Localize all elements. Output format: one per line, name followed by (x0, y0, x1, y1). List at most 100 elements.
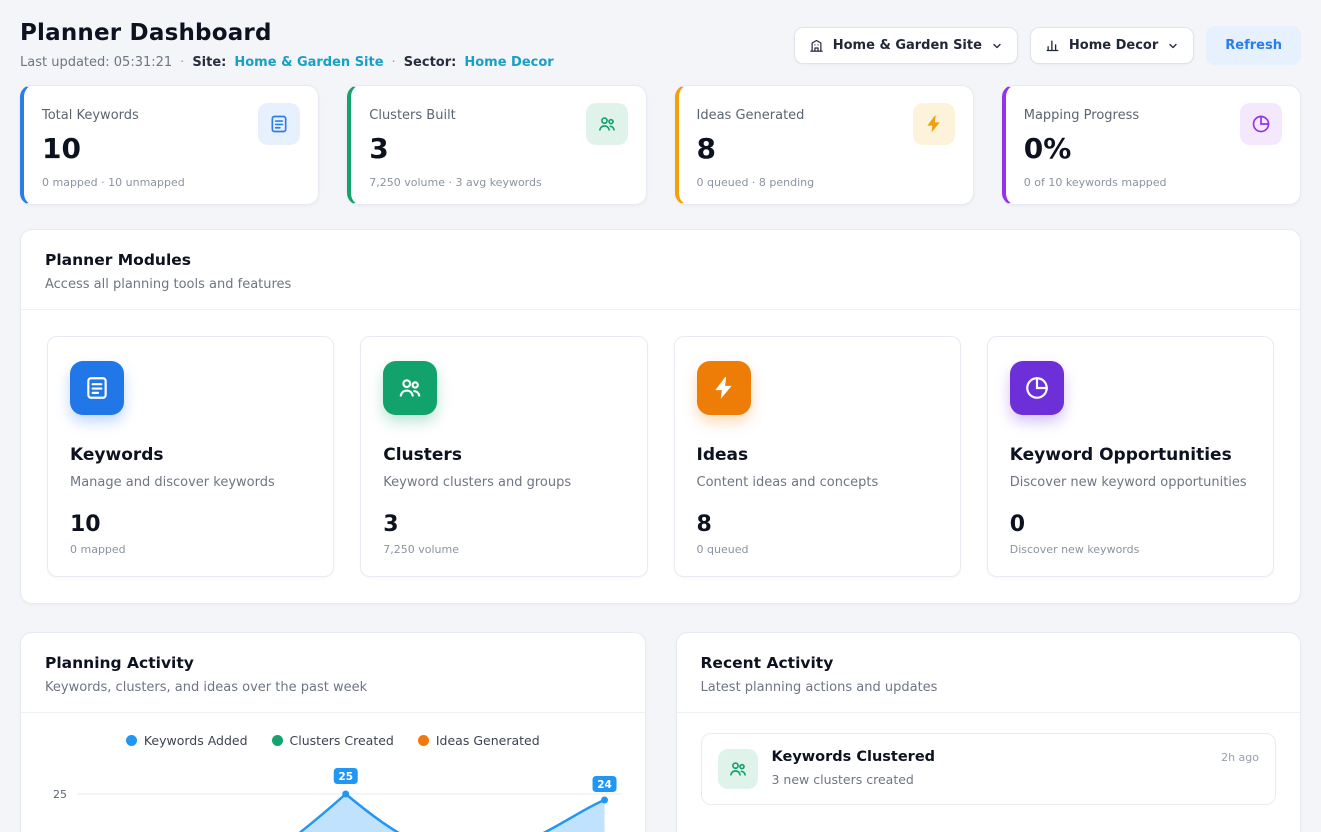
legend-dot-orange (418, 735, 429, 746)
stat-caption: 0 mapped · 10 unmapped (42, 176, 300, 189)
chevron-down-icon (1167, 40, 1179, 52)
module-description: Content ideas and concepts (697, 475, 938, 490)
activity-text: Keywords Clustered 3 new clusters create… (772, 749, 936, 787)
svg-text:25: 25 (338, 771, 353, 783)
panel-head: Planning Activity Keywords, clusters, an… (21, 633, 645, 712)
planner-dashboard-page: Planner Dashboard Last updated: 05:31:21… (0, 0, 1321, 832)
data-point (601, 797, 608, 804)
stat-main: Ideas Generated 8 (697, 103, 805, 165)
users-icon (718, 749, 758, 789)
page-header: Planner Dashboard Last updated: 05:31:21… (20, 20, 1301, 70)
site-selector-value: Home & Garden Site (833, 38, 982, 53)
chevron-down-icon (991, 40, 1003, 52)
planning-activity-panel: Planning Activity Keywords, clusters, an… (20, 632, 646, 832)
page-title: Planner Dashboard (20, 20, 554, 46)
bar-chart-icon (1045, 38, 1060, 53)
module-value: 8 (697, 512, 938, 537)
recent-activity-title: Recent Activity (701, 654, 1277, 672)
module-title: Keyword Opportunities (1010, 445, 1251, 465)
sector-label: Sector: (404, 55, 457, 70)
breadcrumb-separator: · (180, 55, 184, 70)
document-icon (70, 361, 124, 415)
pie-chart-icon (1240, 103, 1282, 145)
legend-label: Ideas Generated (436, 733, 540, 748)
panel-head: Recent Activity Latest planning actions … (677, 633, 1301, 712)
planning-activity-subtitle: Keywords, clusters, and ideas over the p… (45, 680, 621, 695)
activity-item-keywords-clustered: Keywords Clustered 3 new clusters create… (701, 733, 1277, 805)
site-label: Site: (192, 55, 226, 70)
stat-value: 10 (42, 132, 139, 165)
module-card-clusters[interactable]: Clusters Keyword clusters and groups 3 7… (360, 336, 647, 577)
pie-chart-icon (1010, 361, 1064, 415)
stat-main: Clusters Built 3 (369, 103, 456, 165)
panel-head: Planner Modules Access all planning tool… (21, 230, 1300, 309)
stat-cards-row: Total Keywords 10 0 mapped · 10 unmapped… (20, 85, 1301, 205)
header-left: Planner Dashboard Last updated: 05:31:21… (20, 20, 554, 70)
stat-top: Clusters Built 3 (369, 103, 627, 165)
sector-link[interactable]: Home Decor (464, 55, 553, 70)
planning-activity-title: Planning Activity (45, 654, 621, 672)
stat-card-total-keywords: Total Keywords 10 0 mapped · 10 unmapped (20, 85, 319, 205)
bolt-icon (697, 361, 751, 415)
point-label-chip: 25 (334, 768, 358, 784)
point-label-chip: 24 (593, 776, 617, 792)
building-icon (809, 38, 824, 53)
module-caption: Discover new keywords (1010, 543, 1251, 556)
data-point (342, 791, 349, 798)
chart-legend: Keywords Added Clusters Created Ideas Ge… (21, 713, 645, 750)
stat-label: Mapping Progress (1024, 103, 1139, 123)
planner-modules-panel: Planner Modules Access all planning tool… (20, 229, 1301, 604)
module-description: Manage and discover keywords (70, 475, 311, 490)
module-caption: 0 queued (697, 543, 938, 556)
stat-caption: 7,250 volume · 3 avg keywords (369, 176, 627, 189)
modules-subtitle: Access all planning tools and features (45, 277, 1276, 292)
site-link[interactable]: Home & Garden Site (234, 55, 383, 70)
stat-top: Mapping Progress 0% (1024, 103, 1282, 165)
modules-grid: Keywords Manage and discover keywords 10… (21, 310, 1300, 603)
activity-description: 3 new clusters created (772, 772, 936, 787)
recent-activity-subtitle: Latest planning actions and updates (701, 680, 1277, 695)
module-description: Keyword clusters and groups (383, 475, 624, 490)
module-card-ideas[interactable]: Ideas Content ideas and concepts 8 0 que… (674, 336, 961, 577)
stat-main: Mapping Progress 0% (1024, 103, 1139, 165)
stat-top: Ideas Generated 8 (697, 103, 955, 165)
stat-main: Total Keywords 10 (42, 103, 139, 165)
refresh-button[interactable]: Refresh (1206, 26, 1301, 65)
activity-list: Keywords Clustered 3 new clusters create… (677, 713, 1301, 825)
recent-activity-panel: Recent Activity Latest planning actions … (676, 632, 1302, 832)
stat-card-clusters-built: Clusters Built 3 7,250 volume · 3 avg ke… (347, 85, 646, 205)
legend-label: Clusters Created (290, 733, 394, 748)
stat-value: 3 (369, 132, 456, 165)
stat-card-mapping-progress: Mapping Progress 0% 0 of 10 keywords map… (1002, 85, 1301, 205)
sector-selector-value: Home Decor (1069, 38, 1158, 53)
breadcrumb-separator: · (392, 55, 396, 70)
planning-activity-chart: 25 25 24 (31, 760, 631, 832)
stat-top: Total Keywords 10 (42, 103, 300, 165)
module-description: Discover new keyword opportunities (1010, 475, 1251, 490)
module-value: 3 (383, 512, 624, 537)
activity-title: Keywords Clustered (772, 749, 936, 765)
legend-item-clusters-created: Clusters Created (272, 733, 394, 748)
svg-text:24: 24 (597, 779, 612, 791)
module-card-keyword-opportunities[interactable]: Keyword Opportunities Discover new keywo… (987, 336, 1274, 577)
chart-area: 25 25 24 (21, 750, 645, 832)
legend-dot-blue (126, 735, 137, 746)
document-icon (258, 103, 300, 145)
sector-selector-dropdown[interactable]: Home Decor (1030, 27, 1194, 64)
activity-timestamp: 2h ago (1221, 749, 1259, 764)
last-updated-text: Last updated: 05:31:21 (20, 55, 172, 70)
module-value: 10 (70, 512, 311, 537)
module-card-keywords[interactable]: Keywords Manage and discover keywords 10… (47, 336, 334, 577)
users-icon (383, 361, 437, 415)
module-value: 0 (1010, 512, 1251, 537)
module-caption: 0 mapped (70, 543, 311, 556)
site-selector-dropdown[interactable]: Home & Garden Site (794, 27, 1018, 64)
stat-label: Total Keywords (42, 103, 139, 123)
legend-item-keywords-added: Keywords Added (126, 733, 248, 748)
stat-value: 0% (1024, 132, 1139, 165)
module-title: Keywords (70, 445, 311, 465)
users-icon (586, 103, 628, 145)
breadcrumb: Last updated: 05:31:21 · Site: Home & Ga… (20, 55, 554, 70)
stat-caption: 0 of 10 keywords mapped (1024, 176, 1282, 189)
module-title: Clusters (383, 445, 624, 465)
